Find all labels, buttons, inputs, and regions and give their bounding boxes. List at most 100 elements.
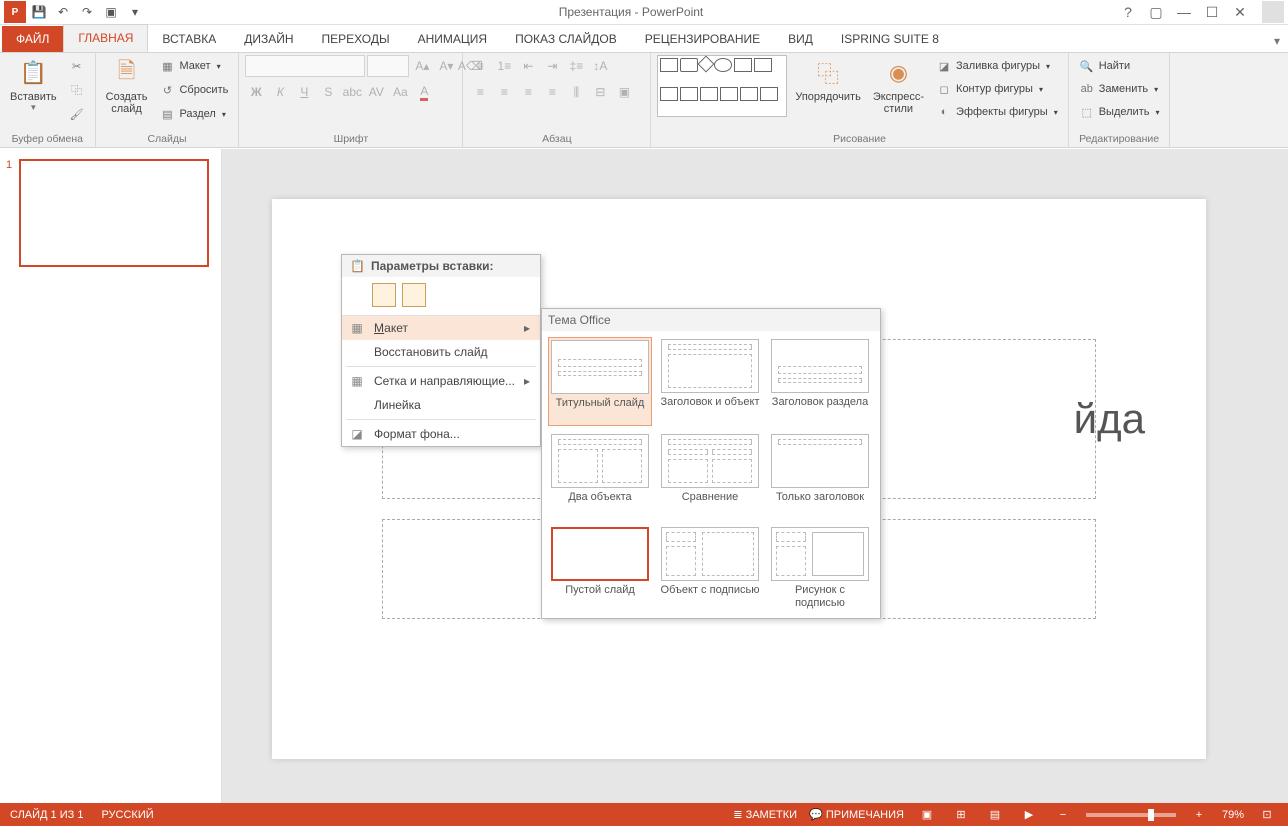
shadow-icon[interactable]: abc: [341, 81, 363, 103]
context-restore-slide[interactable]: Восстановить слайд: [342, 340, 540, 364]
strikethrough-icon[interactable]: S: [317, 81, 339, 103]
quick-styles-button[interactable]: ◉ Экспресс- стили: [869, 55, 928, 117]
shapes-gallery[interactable]: [657, 55, 787, 117]
select-button[interactable]: ⬚Выделить▾: [1075, 101, 1164, 123]
powerpoint-icon[interactable]: P: [4, 1, 26, 23]
smartart-icon[interactable]: ▣: [613, 81, 635, 103]
arrange-button[interactable]: ⿻ Упорядочить: [791, 55, 864, 105]
shape-effects-button[interactable]: ◐Эффекты фигуры▾: [932, 101, 1062, 123]
layout-content-caption[interactable]: Объект с подписью: [658, 525, 762, 612]
thumbnail-panel[interactable]: 1: [0, 149, 222, 803]
context-ruler[interactable]: Линейка: [342, 393, 540, 417]
align-text-icon[interactable]: ⊟: [589, 81, 611, 103]
numbering-icon[interactable]: 1≡: [493, 55, 515, 77]
decrease-indent-icon[interactable]: ⇤: [517, 55, 539, 77]
text-direction-icon[interactable]: ↕A: [589, 55, 611, 77]
find-button[interactable]: 🔍Найти: [1075, 55, 1164, 77]
align-left-icon[interactable]: ≡: [469, 81, 491, 103]
section-button[interactable]: ▤Раздел▾: [155, 103, 232, 125]
help-icon[interactable]: ?: [1116, 1, 1140, 23]
fit-to-window-icon[interactable]: ⊡: [1256, 806, 1278, 824]
clipboard-icon: 📋: [350, 259, 365, 273]
tab-home[interactable]: ГЛАВНАЯ: [63, 24, 148, 52]
change-case-icon[interactable]: Aa: [389, 81, 411, 103]
layout-two-content[interactable]: Два объекта: [548, 432, 652, 519]
increase-font-icon[interactable]: A▴: [411, 55, 433, 77]
new-slide-button[interactable]: 🗎 Создать слайд: [102, 55, 152, 117]
font-family-combo[interactable]: [245, 55, 365, 77]
zoom-slider[interactable]: [1086, 813, 1176, 817]
tab-file[interactable]: ФАЙЛ: [2, 26, 63, 52]
layout-section-header[interactable]: Заголовок раздела: [768, 337, 872, 426]
group-font: A▴ A▾ A⌫ Ж К Ч S abc AV Aa A Шрифт: [239, 53, 463, 147]
reset-button[interactable]: ↺Сбросить: [155, 79, 232, 101]
reading-view-icon[interactable]: ▤: [984, 806, 1006, 824]
font-size-combo[interactable]: [367, 55, 409, 77]
paste-button[interactable]: 📋 Вставить ▼: [6, 55, 61, 114]
tab-ispring[interactable]: ISPRING SUITE 8: [827, 26, 953, 52]
decrease-font-icon[interactable]: A▾: [435, 55, 457, 77]
tab-animations[interactable]: АНИМАЦИЯ: [404, 26, 501, 52]
tab-insert[interactable]: ВСТАВКА: [148, 26, 230, 52]
align-center-icon[interactable]: ≡: [493, 81, 515, 103]
columns-icon[interactable]: ⫼: [565, 81, 587, 103]
layout-title-slide[interactable]: Титульный слайд: [548, 337, 652, 426]
cut-button[interactable]: ✂: [65, 55, 89, 77]
maximize-icon[interactable]: ☐: [1200, 1, 1224, 23]
font-color-icon[interactable]: A: [413, 81, 435, 103]
tab-view[interactable]: ВИД: [774, 26, 827, 52]
ribbon: 📋 Вставить ▼ ✂ ⿻ 🖌 Буфер обмена 🗎 Создат…: [0, 53, 1288, 148]
layout-button[interactable]: ▦Макет▾: [155, 55, 232, 77]
arrange-icon: ⿻: [812, 57, 844, 89]
status-slide-count[interactable]: СЛАЙД 1 ИЗ 1: [10, 809, 83, 821]
ribbon-collapse-icon[interactable]: ▾: [1266, 30, 1288, 52]
status-language[interactable]: РУССКИЙ: [101, 809, 153, 821]
paste-picture-icon[interactable]: [402, 283, 426, 307]
minimize-icon[interactable]: —: [1172, 1, 1196, 23]
bold-icon[interactable]: Ж: [245, 81, 267, 103]
underline-icon[interactable]: Ч: [293, 81, 315, 103]
qat-customize-icon[interactable]: ▾: [124, 1, 146, 23]
undo-icon[interactable]: ↶: [52, 1, 74, 23]
line-spacing-icon[interactable]: ‡≡: [565, 55, 587, 77]
bullets-icon[interactable]: ≡: [469, 55, 491, 77]
context-format-background[interactable]: ◪ Формат фона...: [342, 422, 540, 446]
copy-button[interactable]: ⿻: [65, 79, 89, 101]
slide-sorter-view-icon[interactable]: ⊞: [950, 806, 972, 824]
tab-review[interactable]: РЕЦЕНЗИРОВАНИЕ: [631, 26, 774, 52]
context-layout[interactable]: ▦ Макет ▸: [342, 316, 540, 340]
start-from-beginning-icon[interactable]: ▣: [100, 1, 122, 23]
justify-icon[interactable]: ≡: [541, 81, 563, 103]
tab-design[interactable]: ДИЗАЙН: [230, 26, 307, 52]
layout-title-content[interactable]: Заголовок и объект: [658, 337, 762, 426]
redo-icon[interactable]: ↷: [76, 1, 98, 23]
context-grid-guides[interactable]: ▦ Сетка и направляющие... ▸: [342, 369, 540, 393]
zoom-in-icon[interactable]: +: [1188, 806, 1210, 824]
tab-transitions[interactable]: ПЕРЕХОДЫ: [308, 26, 404, 52]
slideshow-view-icon[interactable]: ▶: [1018, 806, 1040, 824]
slide-thumbnail-1[interactable]: [19, 159, 209, 267]
replace-button[interactable]: abЗаменить▾: [1075, 78, 1164, 100]
layout-blank[interactable]: Пустой слайд: [548, 525, 652, 612]
layout-title-only[interactable]: Только заголовок: [768, 432, 872, 519]
italic-icon[interactable]: К: [269, 81, 291, 103]
tab-slideshow[interactable]: ПОКАЗ СЛАЙДОВ: [501, 26, 631, 52]
status-notes-button[interactable]: ≣ ЗАМЕТКИ: [733, 808, 797, 821]
char-spacing-icon[interactable]: AV: [365, 81, 387, 103]
paste-use-destination-theme-icon[interactable]: [372, 283, 396, 307]
format-painter-button[interactable]: 🖌: [65, 103, 89, 125]
zoom-out-icon[interactable]: −: [1052, 806, 1074, 824]
normal-view-icon[interactable]: ▣: [916, 806, 938, 824]
zoom-level[interactable]: 79%: [1222, 809, 1244, 821]
status-comments-button[interactable]: 💬 ПРИМЕЧАНИЯ: [809, 808, 904, 821]
save-icon[interactable]: 💾: [28, 1, 50, 23]
ribbon-display-options-icon[interactable]: ▢: [1144, 1, 1168, 23]
layout-picture-caption[interactable]: Рисунок с подписью: [768, 525, 872, 612]
shape-outline-button[interactable]: ◻Контур фигуры▾: [932, 78, 1062, 100]
increase-indent-icon[interactable]: ⇥: [541, 55, 563, 77]
shape-fill-button[interactable]: ◪Заливка фигуры▾: [932, 55, 1062, 77]
align-right-icon[interactable]: ≡: [517, 81, 539, 103]
user-avatar[interactable]: [1262, 1, 1284, 23]
close-icon[interactable]: ✕: [1228, 1, 1252, 23]
layout-comparison[interactable]: Сравнение: [658, 432, 762, 519]
